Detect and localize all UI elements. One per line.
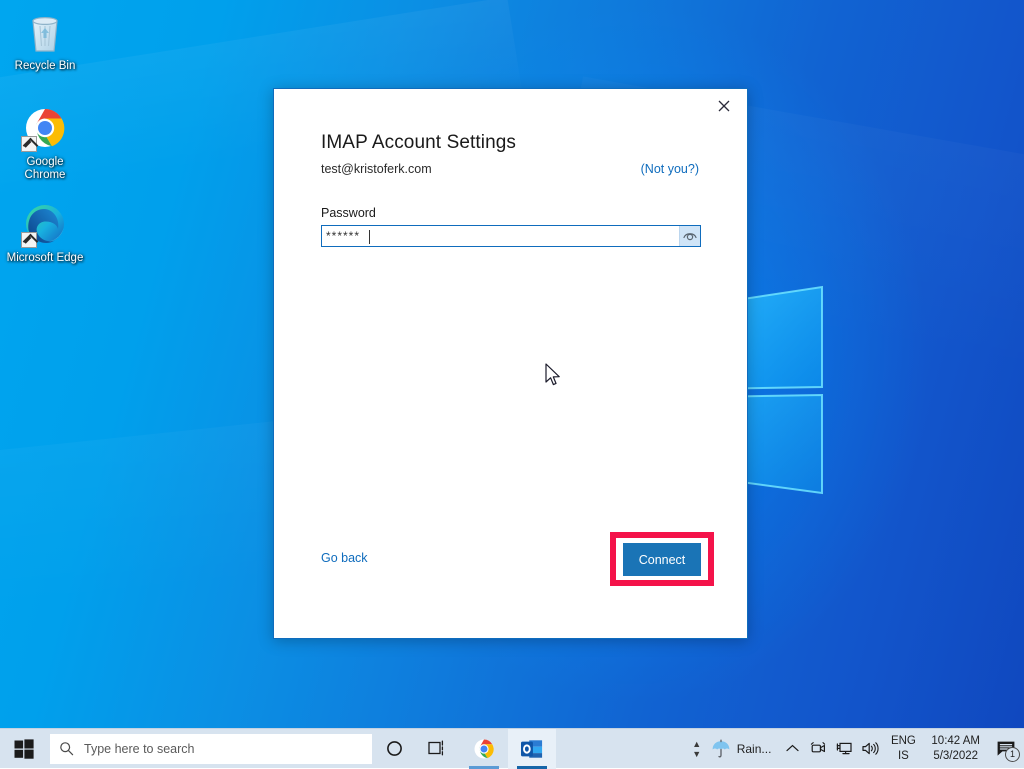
tray-icon-network[interactable] bbox=[831, 729, 857, 769]
desktop-icon-google-chrome[interactable]: Google Chrome bbox=[6, 104, 84, 182]
tray-icon-webcam[interactable] bbox=[805, 729, 831, 769]
clock-date: 5/3/2022 bbox=[933, 749, 978, 764]
notification-count-badge: 1 bbox=[1005, 747, 1020, 762]
password-field-wrapper bbox=[321, 225, 701, 247]
action-center-button[interactable]: 1 bbox=[988, 729, 1024, 769]
password-label: Password bbox=[321, 206, 707, 220]
desktop-icon-recycle-bin[interactable]: Recycle Bin bbox=[6, 8, 84, 73]
taskbar-app-outlook[interactable] bbox=[508, 729, 556, 769]
connect-button[interactable]: Connect bbox=[623, 543, 701, 576]
running-indicator bbox=[517, 766, 547, 769]
imap-account-settings-dialog: IMAP Account Settings test@kristoferk.co… bbox=[273, 88, 748, 639]
desktop-icon-microsoft-edge[interactable]: Microsoft Edge bbox=[6, 200, 84, 265]
tray-icon-volume[interactable] bbox=[857, 729, 883, 769]
chevron-down-icon: ▼ bbox=[692, 749, 701, 759]
clock[interactable]: 10:42 AM 5/3/2022 bbox=[923, 729, 988, 769]
tray-scroll-arrows[interactable]: ▲ ▼ bbox=[687, 729, 707, 769]
outlook-icon bbox=[520, 738, 544, 760]
not-you-link[interactable]: (Not you?) bbox=[641, 162, 699, 176]
recycle-bin-icon bbox=[21, 8, 69, 56]
search-placeholder: Type here to search bbox=[84, 742, 194, 756]
close-icon bbox=[718, 100, 730, 112]
password-input[interactable] bbox=[322, 226, 679, 246]
language-line-2: IS bbox=[898, 749, 909, 764]
language-indicator[interactable]: ENG IS bbox=[883, 729, 923, 769]
speaker-icon bbox=[861, 741, 879, 756]
go-back-link[interactable]: Go back bbox=[321, 551, 368, 565]
account-email: test@kristoferk.com bbox=[321, 162, 432, 176]
desktop[interactable]: Recycle Bin Google Chrome bbox=[0, 0, 1024, 768]
taskbar: Type here to search bbox=[0, 728, 1024, 768]
task-view-icon bbox=[428, 740, 448, 757]
shortcut-arrow-icon bbox=[21, 136, 37, 152]
desktop-icon-label: Recycle Bin bbox=[6, 60, 84, 73]
cortana-button[interactable] bbox=[372, 729, 416, 769]
eye-icon bbox=[683, 230, 697, 242]
network-monitor-icon bbox=[836, 741, 853, 756]
cortana-circle-icon bbox=[386, 740, 403, 757]
text-caret bbox=[369, 230, 370, 244]
search-input[interactable]: Type here to search bbox=[50, 734, 372, 764]
page-title: IMAP Account Settings bbox=[321, 131, 707, 155]
running-indicator bbox=[469, 766, 499, 769]
desktop-icon-label: Microsoft Edge bbox=[6, 252, 84, 265]
shortcut-arrow-icon bbox=[21, 232, 37, 248]
account-row: test@kristoferk.com (Not you?) bbox=[321, 162, 699, 176]
chevron-up-icon bbox=[786, 744, 799, 753]
chrome-icon bbox=[21, 104, 69, 152]
dialog-content: IMAP Account Settings test@kristoferk.co… bbox=[321, 131, 707, 247]
reveal-password-button[interactable] bbox=[679, 226, 700, 246]
edge-icon bbox=[21, 200, 69, 248]
webcam-icon bbox=[810, 741, 827, 756]
chrome-icon bbox=[472, 737, 496, 761]
umbrella-icon bbox=[711, 739, 731, 759]
taskbar-app-chrome[interactable] bbox=[460, 729, 508, 769]
language-line-1: ENG bbox=[891, 734, 916, 749]
tray-overflow-button[interactable] bbox=[779, 729, 805, 769]
rainmeter-label: Rain... bbox=[737, 742, 772, 756]
chevron-up-icon: ▲ bbox=[692, 739, 701, 749]
windows-start-icon bbox=[14, 739, 34, 759]
taskbar-item-rainmeter[interactable]: Rain... bbox=[707, 729, 780, 769]
search-icon bbox=[59, 741, 74, 756]
task-view-button[interactable] bbox=[416, 729, 460, 769]
desktop-icon-label: Google Chrome bbox=[6, 156, 84, 182]
close-button[interactable] bbox=[704, 92, 744, 120]
start-button[interactable] bbox=[0, 729, 48, 769]
clock-time: 10:42 AM bbox=[931, 734, 980, 749]
